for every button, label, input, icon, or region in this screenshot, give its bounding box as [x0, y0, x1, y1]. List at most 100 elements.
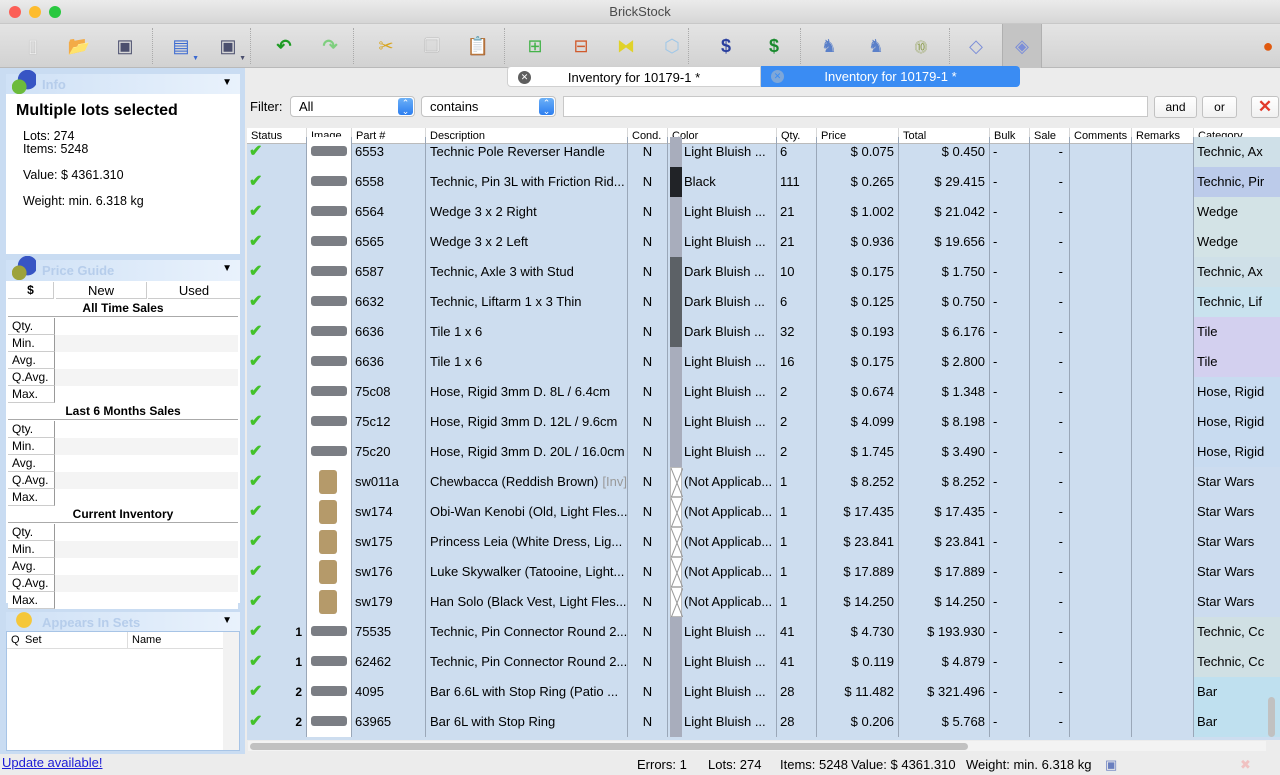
appears-in-sets-table[interactable]: Q Set Name [6, 631, 240, 751]
save-icon[interactable]: ▣ [111, 32, 139, 60]
table-row[interactable]: ✔ 6565 Wedge 3 x 2 Left N Light Bluish ... 21… [247, 227, 1280, 257]
export-icon[interactable]: ▣ ▼ [214, 32, 246, 63]
cell-qty: 2 [777, 377, 817, 407]
filter-text-input[interactable] [563, 96, 1148, 117]
price-guide-collapse-icon[interactable]: ▼ [222, 263, 232, 274]
filter-operator-select[interactable]: contains ⌃ ⌄ [421, 96, 556, 117]
redo-icon[interactable]: ↷ [316, 32, 344, 60]
tab-inventory-2[interactable]: ✕ Inventory for 10179-1 * [761, 66, 1020, 87]
table-row[interactable]: ✔ sw179 Han Solo (Black Vest, Light Fles..… [247, 587, 1280, 617]
coin-10-icon[interactable]: ⓾ [907, 32, 935, 60]
minimize-window-button[interactable] [29, 6, 41, 18]
pg-currency[interactable]: $ [8, 282, 54, 299]
merge-icon[interactable]: ⧓ [612, 32, 640, 60]
cell-cond: N [628, 167, 668, 197]
table-row[interactable]: ✔ sw174 Obi-Wan Kenobi (Old, Light Fles...… [247, 497, 1280, 527]
color-swatch [670, 707, 682, 737]
cell-status: ✔ [247, 557, 307, 587]
cell-cond: N [628, 647, 668, 677]
paste-icon[interactable]: 📋 [464, 32, 492, 60]
cell-cond: N [628, 407, 668, 437]
sets-scrollbar[interactable] [223, 632, 239, 750]
table-row[interactable]: ✔ sw175 Princess Leia (White Dress, Lig...… [247, 527, 1280, 557]
horizontal-scrollbar[interactable] [248, 741, 1266, 751]
table-row[interactable]: ✔ 6632 Technic, Liftarm 1 x 3 Thin N Dark Bl… [247, 287, 1280, 317]
tag-icon[interactable]: ◇ [962, 32, 990, 60]
filter-or-button[interactable]: or [1202, 96, 1237, 118]
cell-comments [1070, 617, 1132, 647]
tab-close-icon[interactable]: ✕ [771, 70, 784, 83]
pg-row: Q.Avg. [8, 472, 238, 489]
cell-comments [1070, 257, 1132, 287]
sets-col-set[interactable]: Set [25, 632, 42, 649]
table-row[interactable]: ✔ 2 63965 Bar 6L with Stop Ring N Light Bluis… [247, 707, 1280, 737]
appears-in-sets-collapse-icon[interactable]: ▼ [222, 615, 232, 626]
cell-image [307, 587, 352, 617]
table-row[interactable]: ✔ 6553 Technic Pole Reverser Handle N Light … [247, 137, 1280, 167]
table-row[interactable]: ✔ 1 75535 Technic, Pin Connector Round 2...… [247, 617, 1280, 647]
lego-bug-icon[interactable]: ● [1254, 32, 1280, 60]
cell-status: ✔ [247, 347, 307, 377]
info-dock-header[interactable]: Info ▼ [6, 70, 240, 96]
table-row[interactable]: ✔ 75c08 Hose, Rigid 3mm D. 8L / 6.4cm N Ligh… [247, 377, 1280, 407]
zoom-window-button[interactable] [49, 6, 61, 18]
table-row[interactable]: ✔ 1 62462 Technic, Pin Connector Round 2...… [247, 647, 1280, 677]
status-ok-icon: ✔ [249, 473, 263, 490]
cell-qty: 10 [777, 257, 817, 287]
priceguide-used-icon[interactable]: ♞ [862, 32, 890, 60]
table-row[interactable]: ✔ 6636 Tile 1 x 6 N Light Bluish ... 16 $ 0.17… [247, 347, 1280, 377]
table-row[interactable]: ✔ 6558 Technic, Pin 3L with Friction Rid..… [247, 167, 1280, 197]
copy-icon[interactable]: ❐ [418, 32, 446, 60]
filter-field-select[interactable]: All ⌃ ⌄ [290, 96, 415, 117]
horizontal-scroll-thumb[interactable] [250, 743, 968, 750]
tab-inventory-1[interactable]: ✕ Inventory for 10179-1 * [507, 66, 761, 87]
price-guide-dock-header[interactable]: Price Guide ▼ [6, 256, 240, 282]
sets-col-q[interactable]: Q [11, 632, 20, 649]
add-item-icon[interactable]: ⊞ [521, 32, 549, 60]
table-row[interactable]: ✔ 6636 Tile 1 x 6 N Dark Bluish ... 32 $ 0.193… [247, 317, 1280, 347]
clear-filter-icon[interactable]: ✕ [1251, 96, 1279, 118]
table-row[interactable]: ✔ 6564 Wedge 3 x 2 Right N Light Bluish ... 2… [247, 197, 1280, 227]
import-icon[interactable]: ▤ ▼ [167, 32, 199, 63]
set-price-icon[interactable]: $ [712, 32, 740, 60]
cell-bulk: - [990, 467, 1030, 497]
table-row[interactable]: ✔ 75c20 Hose, Rigid 3mm D. 20L / 16.0cm N Li… [247, 437, 1280, 467]
undo-icon[interactable]: ↶ [270, 32, 298, 60]
sets-col-name[interactable]: Name [127, 632, 161, 649]
description-text: Luke Skywalker (Tatooine, Light... [430, 564, 625, 579]
open-folder-icon[interactable]: 📂 [65, 32, 93, 60]
filter-and-button[interactable]: and [1154, 96, 1197, 118]
cell-remarks [1132, 497, 1194, 527]
inventory-table[interactable]: Status Image Part # Description Cond. Color Qt… [247, 128, 1280, 740]
new-document-icon[interactable]: ▯ [19, 32, 47, 60]
priceguide-icon[interactable]: ♞ [815, 32, 843, 60]
table-row[interactable]: ✔ 75c12 Hose, Rigid 3mm D. 12L / 9.6cm N Lig… [247, 407, 1280, 437]
cut-icon[interactable]: ✂ [372, 32, 400, 60]
cell-color: (Not Applicab... [668, 587, 777, 617]
tag-edit-icon[interactable]: ◈ [1002, 24, 1042, 68]
table-row[interactable]: ✔ 2 4095 Bar 6.6L with Stop Ring (Patio ...… [247, 677, 1280, 707]
pg-row: Min. [8, 438, 238, 455]
tab-close-icon[interactable]: ✕ [518, 71, 531, 84]
pg-row: Avg. [8, 455, 238, 472]
remove-item-icon[interactable]: ⊟ [567, 32, 595, 60]
info-collapse-icon[interactable]: ▼ [222, 77, 232, 88]
split-icon[interactable]: ⬡ [658, 32, 686, 60]
cell-cat: Technic, Pir [1194, 167, 1280, 197]
info-panel: Multiple lots selected Lots: 274 Items: … [6, 94, 240, 254]
table-row[interactable]: ✔ 6587 Technic, Axle 3 with Stud N Dark Blui… [247, 257, 1280, 287]
info-items: Items: 5248 [23, 142, 89, 156]
cell-image [307, 317, 352, 347]
cell-total: $ 193.930 [899, 617, 990, 647]
description-text: Hose, Rigid 3mm D. 12L / 9.6cm [430, 414, 618, 429]
color-name: (Not Applicab... [684, 594, 773, 609]
price-to-inventory-icon[interactable]: $ [760, 32, 788, 60]
table-row[interactable]: ✔ sw176 Luke Skywalker (Tatooine, Light...… [247, 557, 1280, 587]
cell-price: $ 1.002 [817, 197, 899, 227]
table-row[interactable]: ✔ sw011a Chewbacca (Reddish Brown) [Inv] N (N… [247, 467, 1280, 497]
vertical-scroll-thumb[interactable] [1268, 697, 1275, 737]
cell-part: 4095 [352, 677, 426, 707]
cell-price: $ 17.435 [817, 497, 899, 527]
close-window-button[interactable] [9, 6, 21, 18]
update-available-link[interactable]: Update available! [2, 755, 102, 770]
